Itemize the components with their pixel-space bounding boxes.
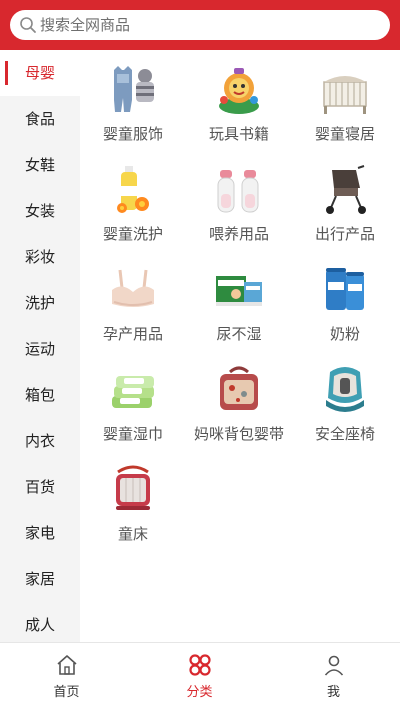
- category-sidebar: 母婴 食品 女鞋 女装 彩妆 洗护 运动 箱包 内衣 百货 家电 家居 成人: [0, 50, 80, 642]
- category-grid: 婴童服饰 玩具书籍 婴童寝居 婴童洗护 喂养用品 出行产品 孕产用品 尿不湿 奶…: [80, 50, 400, 642]
- tab-category-label: 分类: [186, 685, 213, 700]
- bath-product-icon: [117, 166, 149, 213]
- bottom-tab-bar: 首页 分类 我: [0, 642, 400, 711]
- user-icon: [324, 655, 344, 676]
- car-seat-icon: [326, 367, 364, 412]
- category-label: 婴童服饰: [102, 125, 163, 143]
- sidebar-item-general-merch[interactable]: 百货: [0, 464, 80, 510]
- category-diaper-bags[interactable]: 妈咪背包婴带: [186, 364, 292, 454]
- category-feeding[interactable]: 喂养用品: [186, 164, 292, 254]
- diaper-bag-icon: [220, 366, 258, 410]
- category-label: 玩具书籍: [208, 125, 269, 143]
- tab-me-label: 我: [326, 685, 340, 700]
- milk-powder-icon: [326, 268, 364, 310]
- category-label: 童床: [117, 525, 148, 543]
- search-placeholder: 搜索全网商品: [40, 16, 131, 34]
- tab-me[interactable]: 我: [267, 643, 400, 711]
- search-icon: [20, 17, 36, 33]
- sidebar-item-wash-care[interactable]: 洗护: [0, 280, 80, 326]
- category-travel[interactable]: 出行产品: [292, 164, 398, 254]
- category-label: 婴童洗护: [102, 225, 163, 243]
- category-diapers[interactable]: 尿不湿: [186, 264, 292, 354]
- category-car-seats[interactable]: 安全座椅: [292, 364, 398, 454]
- sidebar-item-bags[interactable]: 箱包: [0, 372, 80, 418]
- sidebar-item-appliances[interactable]: 家电: [0, 510, 80, 556]
- category-toys-books[interactable]: 玩具书籍: [186, 64, 292, 154]
- sidebar-item-adult[interactable]: 成人: [0, 602, 80, 642]
- crib-icon: [323, 76, 367, 114]
- tab-home-label: 首页: [53, 685, 80, 700]
- category-icon: [189, 654, 211, 676]
- category-label: 尿不湿: [216, 325, 262, 343]
- category-label: 安全座椅: [314, 425, 375, 443]
- category-label: 婴童湿巾: [102, 425, 163, 443]
- category-label: 喂养用品: [208, 225, 269, 243]
- tab-home[interactable]: 首页: [0, 643, 133, 711]
- sidebar-item-sports[interactable]: 运动: [0, 326, 80, 372]
- sidebar-item-home[interactable]: 家居: [0, 556, 80, 602]
- category-baby-bedding[interactable]: 婴童寝居: [292, 64, 398, 154]
- search-input[interactable]: 搜索全网商品: [10, 10, 390, 40]
- baby-bottle-icon: [217, 170, 259, 213]
- tab-category[interactable]: 分类: [133, 643, 266, 711]
- category-baby-bath[interactable]: 婴童洗护: [80, 164, 186, 254]
- playpen-icon: [116, 465, 150, 510]
- sidebar-item-muying[interactable]: 母婴: [0, 50, 80, 96]
- sidebar-item-makeup[interactable]: 彩妆: [0, 234, 80, 280]
- header-bar: 搜索全网商品: [0, 0, 400, 50]
- toy-icon: [219, 68, 259, 114]
- category-maternity[interactable]: 孕产用品: [80, 264, 186, 354]
- category-label: 妈咪背包婴带: [193, 425, 284, 443]
- sidebar-item-food[interactable]: 食品: [0, 96, 80, 142]
- category-label: 孕产用品: [102, 325, 163, 343]
- sidebar-item-women-clothing[interactable]: 女装: [0, 188, 80, 234]
- diaper-icon: [216, 276, 262, 306]
- category-baby-clothes[interactable]: 婴童服饰: [80, 64, 186, 154]
- baby-clothes-icon: [114, 66, 154, 112]
- sidebar-item-women-shoes[interactable]: 女鞋: [0, 142, 80, 188]
- category-label: 出行产品: [314, 225, 375, 243]
- category-label: 奶粉: [329, 325, 360, 343]
- home-icon: [57, 655, 77, 675]
- category-milk-powder[interactable]: 奶粉: [292, 264, 398, 354]
- category-label: 婴童寝居: [314, 125, 375, 143]
- stroller-icon: [326, 165, 366, 214]
- category-baby-wipes[interactable]: 婴童湿巾: [80, 364, 186, 454]
- category-playpen[interactable]: 童床: [80, 464, 186, 554]
- maternity-bra-icon: [112, 269, 154, 307]
- wet-wipes-icon: [112, 376, 154, 408]
- sidebar-item-underwear[interactable]: 内衣: [0, 418, 80, 464]
